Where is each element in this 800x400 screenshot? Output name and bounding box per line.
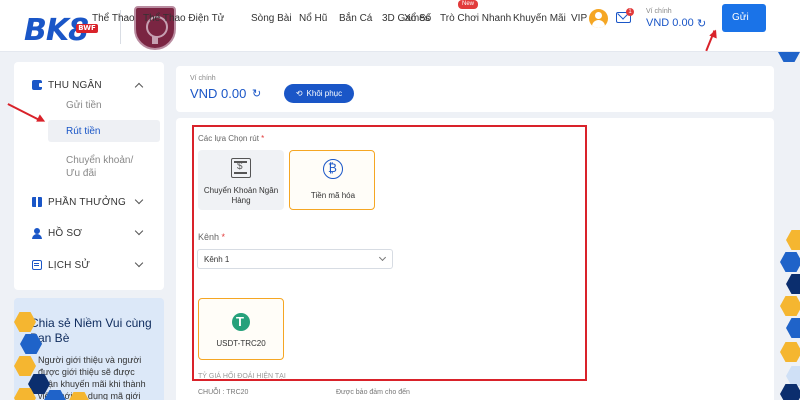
user-icon: [32, 228, 42, 239]
token-label: USDT-TRC20: [216, 339, 266, 348]
sidebar-section-rewards[interactable]: PHẦN THƯỞNG: [32, 195, 126, 209]
logo-badge: BWF: [76, 24, 98, 33]
promo-title: Chia sẻ Niềm Vui cùng Bạn Bè: [30, 316, 152, 345]
nav-item-quick-games[interactable]: Trò Chơi Nhanh: [440, 13, 511, 25]
active-item-highlight: [48, 120, 160, 142]
required-mark: *: [221, 232, 226, 242]
account-sidebar: THU NGÂN Gửi tiền Rút tiền Chuyển khoản/…: [14, 62, 164, 290]
nav-item-slots[interactable]: Nổ Hũ: [299, 13, 327, 25]
decor-hexagon: [786, 230, 800, 250]
sidebar-section-cashier[interactable]: THU NGÂN: [32, 78, 102, 92]
wallet-label: Ví chính: [190, 75, 216, 82]
avatar[interactable]: [589, 9, 608, 28]
nav-item-promotions[interactable]: Khuyến Mãi: [513, 13, 566, 25]
token-usdt-trc20[interactable]: USDT-TRC20: [198, 298, 284, 360]
nav-item-casino[interactable]: Sòng Bài: [251, 13, 292, 25]
decor-hexagon: [786, 318, 800, 338]
sidebar-section-label: HỒ SƠ: [48, 227, 83, 239]
channel-label-text: Kênh: [198, 232, 220, 242]
bank-icon: [231, 158, 251, 178]
decor-hexagon: [786, 274, 800, 294]
refresh-icon[interactable]: ↻: [697, 17, 706, 30]
sidebar-section-label: PHẦN THƯỞNG: [48, 196, 127, 208]
history-icon: [32, 260, 42, 270]
withdraw-options-label: Các lựa Chọn rút *: [198, 134, 264, 143]
channel-label: Kênh *: [198, 232, 225, 242]
withdraw-options-text: Các lựa Chọn rút: [198, 134, 259, 143]
nav-item-sports[interactable]: Thể Thao: [92, 13, 135, 25]
gift-icon: [32, 197, 42, 207]
deposit-button[interactable]: Gửi: [722, 4, 766, 32]
option-crypto[interactable]: Tiền mã hóa: [289, 150, 375, 210]
sidebar-item-withdraw[interactable]: Rút tiền: [66, 125, 100, 138]
main-wallet-card: Ví chính VND 0.00 ↻ ⟲ Khôi phục: [176, 66, 774, 112]
wallet-icon: [32, 80, 43, 90]
new-badge: New: [458, 0, 478, 9]
restore-button[interactable]: ⟲ Khôi phục: [284, 84, 354, 103]
restore-label: Khôi phục: [306, 89, 343, 98]
guarantee-label: Được bảo đảm cho đến: [336, 389, 410, 396]
decor-hexagon: [780, 342, 800, 362]
option-label: Tiền mã hóa: [310, 191, 356, 200]
wallet-balance: VND 0.00: [190, 86, 247, 101]
nav-item-esports[interactable]: Thể Thao Điện Tử: [143, 13, 224, 25]
nav-item-fishing[interactable]: Bắn Cá: [339, 13, 372, 25]
decor-hexagon: [780, 384, 800, 400]
decor-hexagon: [14, 356, 36, 376]
chevron-down-icon: [378, 253, 387, 262]
refresh-icon[interactable]: ↻: [252, 87, 261, 100]
referral-promo-card[interactable]: Chia sẻ Niềm Vui cùng Bạn Bè Người giới …: [14, 298, 164, 400]
decor-hexagon: [786, 366, 800, 386]
channel-select[interactable]: Kênh 1: [197, 249, 393, 269]
restore-icon: ⟲: [295, 89, 303, 98]
sidebar-section-label: THU NGÂN: [48, 79, 102, 91]
chevron-down-icon[interactable]: [134, 195, 144, 205]
chevron-up-icon[interactable]: [134, 82, 144, 92]
mail-count-badge: 1: [626, 8, 634, 16]
sidebar-section-label: LỊCH SỬ: [48, 259, 91, 271]
option-label: Chuyển Khoản Ngân Hàng: [203, 186, 279, 205]
header-wallet-label: Ví chính: [646, 8, 672, 15]
decor-hexagon: [780, 296, 800, 316]
chevron-down-icon[interactable]: [134, 258, 144, 268]
required-mark: *: [261, 134, 265, 143]
sidebar-section-profile[interactable]: HỒ SƠ: [32, 226, 82, 240]
option-bank-transfer[interactable]: Chuyển Khoản Ngân Hàng: [198, 150, 284, 210]
chain-label: CHUỖI : TRC20: [198, 389, 249, 396]
tether-icon: [232, 313, 250, 331]
channel-select-value: Kênh 1: [204, 255, 230, 264]
sidebar-item-deposit[interactable]: Gửi tiền: [66, 99, 102, 112]
decor-hexagon: [780, 252, 800, 272]
header-wallet-value: VND 0.00: [646, 17, 694, 29]
top-header: BK8 BWF Thể Thao Thể Thao Điện Tử Sòng B…: [0, 0, 800, 52]
nav-item-vip[interactable]: VIP: [571, 13, 587, 25]
nav-item-lottery[interactable]: Xổ Số: [404, 13, 431, 25]
sidebar-section-history[interactable]: LỊCH SỬ: [32, 258, 90, 272]
exchange-rate-label: TỶ GIÁ HỐI ĐOÁI HIỆN TẠI: [198, 373, 286, 380]
sidebar-item-transfer[interactable]: Chuyển khoản/Ưu đãi: [66, 154, 146, 180]
bitcoin-icon: [323, 159, 343, 179]
chevron-down-icon[interactable]: [134, 226, 144, 236]
